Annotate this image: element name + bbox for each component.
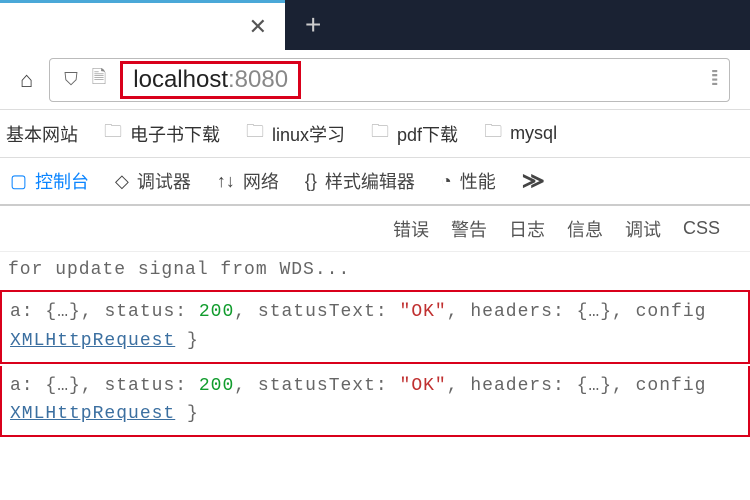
filter-css[interactable]: CSS — [683, 218, 720, 239]
tab-debugger[interactable]: ◇ 调试器 — [115, 168, 191, 194]
folder-icon: 🗀 — [484, 119, 502, 149]
browser-tab-strip: ✕ + — [0, 0, 750, 50]
console-line: for update signal from WDS... — [0, 252, 750, 288]
bookmark-label: mysql — [510, 123, 557, 144]
debugger-icon: ◇ — [115, 171, 129, 192]
tab-label: 网络 — [243, 168, 279, 194]
browser-tab-new-area: + — [285, 0, 750, 50]
shield-icon[interactable]: ⛉ — [64, 69, 78, 90]
overflow-icon[interactable]: ≫ — [522, 168, 545, 194]
filter-info[interactable]: 信息 — [567, 216, 603, 242]
resp-statustext-value: "OK" — [400, 376, 447, 396]
resp-statustext-key: statusText: — [258, 302, 388, 322]
network-icon: ↑↓ — [217, 171, 235, 192]
tab-performance[interactable]: ◔ 性能 — [441, 168, 496, 194]
xhr-link[interactable]: XMLHttpRequest — [10, 404, 175, 424]
tab-style-editor[interactable]: {} 样式编辑器 — [305, 168, 415, 194]
resp-status-key: status: — [104, 302, 187, 322]
tab-label: 调试器 — [137, 168, 191, 194]
resp-tail: } — [175, 331, 199, 351]
resp-status-key: status: — [104, 376, 187, 396]
resp-tail: } — [175, 404, 199, 424]
bookmark-label: pdf下载 — [397, 121, 458, 147]
resp-object: {…} — [45, 302, 80, 322]
url-highlight-box: localhost:8080 — [120, 61, 301, 99]
plus-icon[interactable]: + — [305, 9, 321, 41]
perf-icon: ◔ — [441, 171, 452, 192]
resp-prefix: a: — [10, 376, 34, 396]
bookmarks-bar: 基本网站 🗀 电子书下载 🗀 linux学习 🗀 pdf下载 🗀 mysql — [0, 110, 750, 158]
console-icon: ▢ — [10, 171, 27, 192]
resp-object: {…} — [45, 376, 80, 396]
filter-debug[interactable]: 调试 — [625, 216, 661, 242]
tab-label: 性能 — [460, 168, 496, 194]
page-icon: 🗎 — [92, 65, 106, 95]
folder-icon: 🗀 — [104, 119, 122, 149]
resp-statustext-key: statusText: — [258, 376, 388, 396]
bookmark-label: linux学习 — [272, 121, 345, 147]
url-host: localhost — [133, 66, 228, 94]
console-response-block[interactable]: a: {…}, status: 200, statusText: "OK", h… — [0, 290, 750, 364]
console-filter-row: 错误 警告 日志 信息 调试 CSS — [0, 206, 750, 252]
browser-tab-active[interactable]: ✕ — [0, 0, 285, 50]
resp-statustext-value: "OK" — [400, 302, 447, 322]
filter-logs[interactable]: 日志 — [509, 216, 545, 242]
xhr-link[interactable]: XMLHttpRequest — [10, 331, 175, 351]
bookmark-label: 基本网站 — [6, 121, 78, 147]
resp-config-key: config — [636, 302, 707, 322]
close-icon[interactable]: ✕ — [249, 14, 267, 40]
tab-network[interactable]: ↑↓ 网络 — [217, 168, 279, 194]
bookmark-label: 电子书下载 — [130, 121, 220, 147]
url-port: :8080 — [228, 66, 288, 94]
resp-status-value: 200 — [199, 376, 234, 396]
folder-icon: 🗀 — [246, 119, 264, 149]
qr-icon[interactable]: ⁞⁞⁞ — [710, 68, 715, 91]
tab-label: 控制台 — [35, 168, 89, 194]
filter-errors[interactable]: 错误 — [393, 216, 429, 242]
resp-prefix: a: — [10, 302, 34, 322]
tab-console[interactable]: ▢ 控制台 — [10, 168, 89, 194]
resp-object: {…} — [577, 376, 612, 396]
resp-object: {…} — [577, 302, 612, 322]
bookmark-item[interactable]: 🗀 pdf下载 — [371, 119, 458, 149]
folder-icon: 🗀 — [371, 119, 389, 149]
filter-warnings[interactable]: 警告 — [451, 216, 487, 242]
resp-headers-key: headers: — [470, 376, 564, 396]
style-icon: {} — [305, 171, 317, 192]
address-bar[interactable]: ⛉ 🗎 localhost:8080 ⁞⁞⁞ — [49, 58, 730, 102]
resp-status-value: 200 — [199, 302, 234, 322]
bookmark-item[interactable]: 🗀 电子书下载 — [104, 119, 220, 149]
resp-headers-key: headers: — [470, 302, 564, 322]
bookmark-item[interactable]: 🗀 linux学习 — [246, 119, 345, 149]
console-response-block[interactable]: a: {…}, status: 200, statusText: "OK", h… — [0, 366, 750, 438]
home-icon[interactable]: ⌂ — [20, 67, 33, 93]
bookmark-item[interactable]: 基本网站 — [6, 121, 78, 147]
console-output: for update signal from WDS... a: {…}, st… — [0, 252, 750, 437]
bookmark-item[interactable]: 🗀 mysql — [484, 119, 557, 149]
tab-label: 样式编辑器 — [325, 168, 415, 194]
resp-config-key: config — [636, 376, 707, 396]
address-row: ⌂ ⛉ 🗎 localhost:8080 ⁞⁞⁞ — [0, 50, 750, 110]
devtools-tabs: ▢ 控制台 ◇ 调试器 ↑↓ 网络 {} 样式编辑器 ◔ 性能 ≫ — [0, 158, 750, 206]
